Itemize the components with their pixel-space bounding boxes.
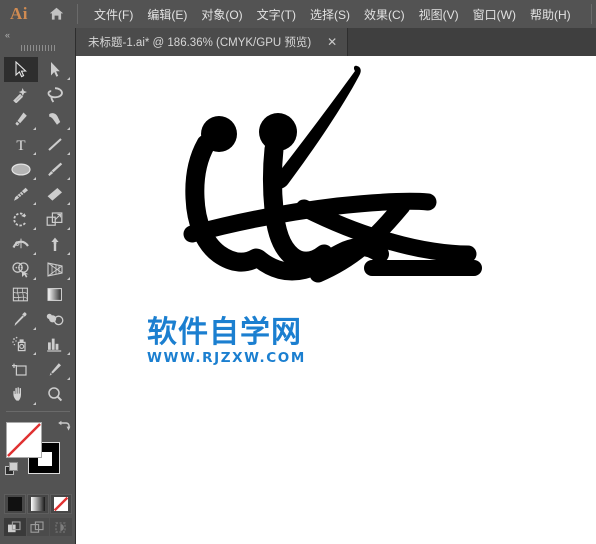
tool-zoom[interactable] — [38, 382, 72, 407]
tool-scale[interactable] — [38, 207, 72, 232]
document-tab[interactable]: 未标题-1.ai* @ 186.36% (CMYK/GPU 预览) ✕ — [76, 28, 349, 56]
flyout-indicator-icon — [32, 202, 36, 205]
tool-free-transform[interactable] — [38, 232, 72, 257]
drawing-mode-row — [3, 518, 72, 536]
artboard-canvas[interactable]: 软件自学网 WWW.RJZXW.COM — [76, 56, 596, 544]
tool-lasso[interactable] — [38, 82, 72, 107]
tool-slice[interactable] — [38, 357, 72, 382]
tool-direct-selection[interactable] — [38, 57, 72, 82]
swap-fill-stroke-icon[interactable] — [57, 420, 71, 434]
flyout-indicator-icon — [66, 252, 70, 255]
tool-mesh[interactable] — [4, 282, 38, 307]
tool-artboard[interactable] — [4, 357, 38, 382]
tool-pen[interactable] — [4, 107, 38, 132]
grip-dots-icon — [20, 45, 55, 51]
watermark-cn-text: 软件自学网 — [147, 315, 302, 350]
tool-rotate[interactable] — [4, 207, 38, 232]
menubar-right-divider — [591, 4, 592, 24]
tool-eyedropper[interactable] — [4, 307, 38, 332]
tool-gradient[interactable] — [38, 282, 72, 307]
flyout-indicator-icon — [32, 252, 36, 255]
color-mode-row — [3, 494, 72, 514]
illustrator-window: Ai 文件(F) 编辑(E) 对象(O) 文字(T) 选择(S) 效果(C) 视… — [0, 0, 596, 544]
menu-item-edit[interactable]: 编辑(E) — [140, 3, 194, 26]
tool-shaper[interactable] — [4, 182, 38, 207]
flyout-indicator-icon — [32, 227, 36, 230]
draw-behind-button[interactable] — [26, 518, 49, 536]
tool-grid: T — [3, 57, 72, 416]
close-icon[interactable]: ✕ — [325, 35, 339, 49]
menu-item-object[interactable]: 对象(O) — [194, 3, 249, 26]
tool-hand[interactable] — [4, 382, 38, 407]
flyout-indicator-icon — [66, 127, 70, 130]
none-swatch-button[interactable] — [49, 494, 72, 514]
tool-curvature[interactable] — [38, 107, 72, 132]
flyout-indicator-icon — [32, 327, 36, 330]
tool-width[interactable] — [4, 232, 38, 257]
document-tab-bar: 未标题-1.ai* @ 186.36% (CMYK/GPU 预览) ✕ — [76, 28, 596, 56]
document-tab-label: 未标题-1.ai* @ 186.36% (CMYK/GPU 预览) — [88, 37, 312, 49]
menu-item-type[interactable]: 文字(T) — [250, 3, 303, 26]
svg-text:T: T — [16, 138, 25, 153]
home-icon[interactable] — [38, 0, 74, 28]
toolbar-divider — [5, 411, 70, 412]
tool-eraser[interactable] — [38, 182, 72, 207]
flyout-indicator-icon — [66, 152, 70, 155]
flyout-indicator-icon — [66, 377, 70, 380]
tool-magic-wand[interactable] — [4, 82, 38, 107]
tool-blend[interactable] — [38, 307, 72, 332]
fill-stroke-controls — [4, 420, 72, 492]
flyout-indicator-icon — [32, 152, 36, 155]
tools-panel: « T — [0, 28, 76, 544]
menu-item-effect[interactable]: 效果(C) — [357, 3, 412, 26]
fill-swatch[interactable] — [5, 422, 42, 458]
menu-item-select[interactable]: 选择(S) — [303, 3, 357, 26]
toolbar-drag-handle[interactable] — [0, 41, 75, 55]
draw-normal-button[interactable] — [3, 518, 26, 536]
flyout-indicator-icon — [66, 202, 70, 205]
flyout-indicator-icon — [66, 227, 70, 230]
menu-item-file[interactable]: 文件(F) — [87, 3, 140, 26]
menu-item-help[interactable]: 帮助(H) — [523, 3, 578, 26]
tool-type[interactable]: T — [4, 132, 38, 157]
brush-stroke-character-artwork[interactable] — [76, 56, 596, 544]
default-fill-stroke-icon[interactable] — [4, 462, 19, 476]
ai-logo: Ai — [10, 4, 28, 23]
tool-ellipse[interactable] — [4, 157, 38, 182]
none-slash-icon — [6, 423, 41, 457]
color-swatch-black-button[interactable] — [3, 494, 26, 514]
tool-perspective-grid[interactable] — [38, 257, 72, 282]
flyout-indicator-icon — [32, 127, 36, 130]
menubar-divider — [77, 4, 78, 24]
menu-item-view[interactable]: 视图(V) — [412, 3, 466, 26]
tool-line-segment[interactable] — [38, 132, 72, 157]
flyout-indicator-icon — [66, 77, 70, 80]
menu-items: 文件(F) 编辑(E) 对象(O) 文字(T) 选择(S) 效果(C) 视图(V… — [87, 3, 578, 26]
tool-selection[interactable] — [3, 57, 38, 82]
tool-shape-builder[interactable] — [4, 257, 38, 282]
menu-item-window[interactable]: 窗口(W) — [466, 3, 523, 26]
flyout-indicator-icon — [32, 352, 36, 355]
flyout-indicator-icon — [32, 402, 36, 405]
flyout-indicator-icon — [32, 177, 36, 180]
flyout-indicator-icon — [66, 177, 70, 180]
tool-column-graph[interactable] — [38, 332, 72, 357]
flyout-indicator-icon — [66, 277, 70, 280]
tool-paintbrush[interactable] — [38, 157, 72, 182]
gradient-swatch-button[interactable] — [26, 494, 49, 514]
menu-bar: Ai 文件(F) 编辑(E) 对象(O) 文字(T) 选择(S) 效果(C) 视… — [0, 0, 596, 28]
draw-inside-button[interactable] — [49, 518, 72, 536]
flyout-indicator-icon — [66, 352, 70, 355]
flyout-indicator-icon — [32, 277, 36, 280]
tool-symbol-sprayer[interactable] — [4, 332, 38, 357]
watermark-url-text: WWW.RJZXW.COM — [147, 350, 306, 366]
watermark: 软件自学网 WWW.RJZXW.COM — [147, 315, 306, 367]
collapse-panel-icon[interactable]: « — [0, 28, 75, 41]
